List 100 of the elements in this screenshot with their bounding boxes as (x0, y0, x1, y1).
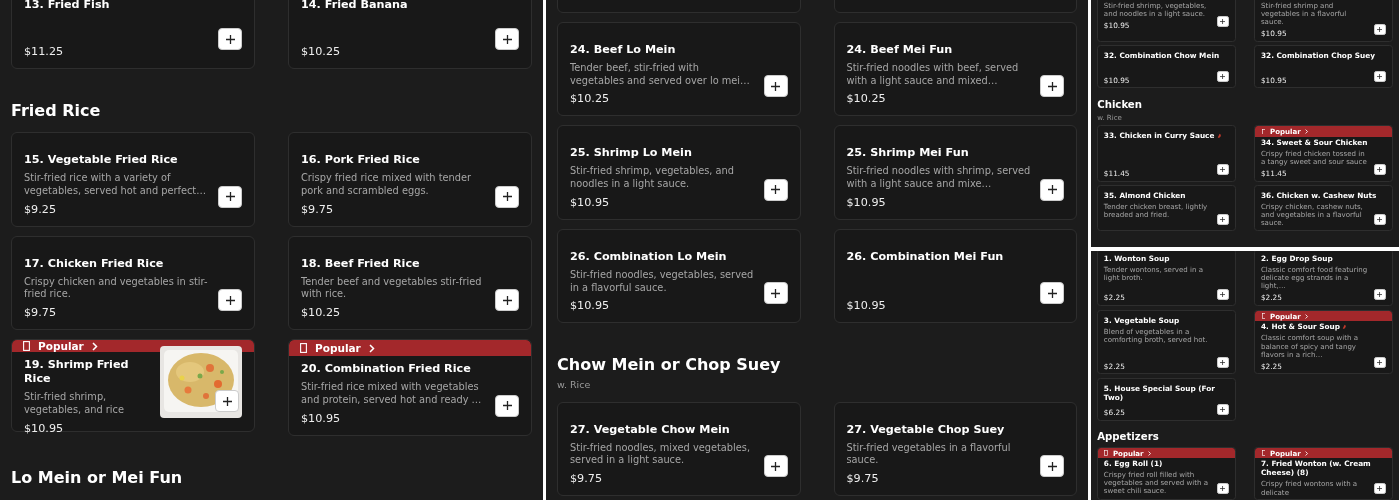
item-name: 24. Beef Mei Fun (846, 43, 953, 57)
menu-card[interactable]: 15. Vegetable Fried Rice Stir-fried rice with a variety of vegetables, served hot and perfect… $9.25 (11, 132, 255, 227)
section-heading: Appetizers (1097, 431, 1160, 444)
add-button[interactable] (1040, 455, 1064, 478)
item-description: Stir-fried noodles, mixed vegetables, served in a light sauce. (570, 441, 751, 468)
add-button[interactable] (763, 178, 788, 201)
menu-card[interactable]: 26. Combination Lo Mein Stir-fried noodles, vegetables, served in a flavorful sauce. $10.95 (557, 228, 801, 324)
item-description: Tender beef and vegetables stir-fried with rice. (301, 275, 483, 302)
section-subtitle: w. Rice (557, 378, 592, 390)
add-button[interactable] (1040, 75, 1064, 98)
add-button[interactable] (1216, 483, 1230, 495)
add-button[interactable] (1040, 178, 1064, 201)
menu-card[interactable]: Popular 20. Combination Fried Rice Stir-fried rice mixed with vegetables and protein, served hot and ready … $10.95 (288, 339, 532, 436)
missing-glyph-icon (23, 341, 30, 352)
add-button[interactable] (1373, 24, 1387, 36)
plus-icon (222, 396, 232, 406)
menu-card[interactable]: 27. Vegetable Chow Mein Stir-fried noodles, mixed vegetables, served in a light sauce. $9.75 (557, 401, 801, 497)
plus-icon (225, 192, 235, 202)
menu-card[interactable]: 26. Combination Mei Fun $10.95 (833, 228, 1077, 324)
add-button[interactable] (1373, 213, 1387, 226)
menu-card[interactable]: 18. Beef Fried Rice Tender beef and vegetables stir-fried with rice. $10.25 (288, 235, 532, 331)
item-description: Stir-fried noodles with beef, served with a light sauce and mixed… (846, 62, 1020, 88)
add-button[interactable] (1216, 403, 1230, 416)
chevron-icon (91, 341, 98, 351)
plus-icon (771, 288, 780, 298)
item-price: $10.95 (24, 420, 65, 435)
section-heading: Fried Rice (11, 101, 102, 121)
menu-card[interactable]: 25. Shrimp Mei Fun Stir-fried noodles with shrimp, served with a light sauce and mixe… $10.95 (833, 125, 1077, 220)
add-button[interactable] (763, 455, 788, 478)
plus-icon (502, 295, 512, 305)
add-button[interactable] (1216, 16, 1230, 28)
add-button[interactable] (495, 185, 519, 208)
plus-icon (502, 401, 512, 411)
menu-card[interactable]: 13. Fried Fish $11.25 (11, 0, 255, 69)
add-button[interactable] (763, 75, 788, 98)
item-description: Crispy fried rice mixed with tender pork and scrambled eggs. (301, 172, 473, 198)
add-button[interactable] (1373, 164, 1387, 176)
item-description: Stir-fried shrimp, vegetables, and noodles in a light sauce. (570, 165, 735, 191)
item-name: 18. Beef Fried Rice (301, 256, 420, 271)
item-price: $10.95 (570, 194, 611, 209)
add-button[interactable] (218, 185, 242, 208)
menu-card[interactable]: 24. Beef Lo Mein Tender beef, stir-fried with vegetables and served over lo mei… $10.25 (557, 22, 801, 117)
item-description: Stir-fried vegetables in a flavorful sauce. (846, 441, 1012, 468)
item-name: 25. Shrimp Lo Mein (570, 146, 692, 161)
add-button[interactable] (218, 289, 242, 312)
item-name: 25. Shrimp Mei Fun (846, 146, 969, 161)
plus-icon (771, 185, 780, 195)
item-name: 17. Chicken Fried Rice (24, 256, 164, 271)
item-description: Stir-fried rice mixed with vegetables and protein, served hot and ready … (301, 381, 483, 407)
add-button[interactable] (1373, 357, 1387, 369)
item-price: $9.75 (24, 305, 58, 320)
add-button[interactable] (495, 28, 519, 50)
missing-glyph-icon (300, 343, 307, 354)
item-price: $10.25 (301, 44, 342, 58)
item-description: Tender beef, stir-fried with vegetables and served over lo mei… (570, 62, 751, 88)
item-price: $10.95 (846, 194, 887, 209)
menu-card[interactable]: 14. Fried Banana $10.25 (288, 0, 532, 69)
add-button[interactable] (1216, 213, 1230, 226)
menu-card[interactable]: 16. Pork Fried Rice Crispy fried rice mixed with tender pork and scrambled eggs. $9.75 (288, 132, 532, 227)
add-button[interactable] (1216, 164, 1230, 176)
plus-icon (1047, 461, 1057, 471)
plus-icon (1047, 81, 1057, 91)
plus-icon (771, 461, 780, 471)
add-button[interactable] (1373, 483, 1387, 495)
badge-label: Popular (315, 342, 361, 355)
item-name: 19. Shrimp Fried Rice (24, 358, 130, 387)
add-button[interactable] (1216, 288, 1230, 301)
item-price: $10.95 (570, 298, 611, 313)
item-name: 15. Vegetable Fried Rice (24, 153, 178, 168)
item-description: Stir-fried shrimp, vegetables, and rice (24, 391, 125, 417)
add-button[interactable] (1373, 71, 1387, 83)
badge-label: Popular (38, 340, 84, 353)
add-button[interactable] (1040, 282, 1064, 305)
item-description: Stir-fried noodles with shrimp, served with a light sauce and mixe… (846, 165, 1032, 191)
menu-card[interactable]: 17. Chicken Fried Rice Crispy chicken and vegetables in stir-fried rice. $9.75 (11, 235, 255, 331)
add-button[interactable] (1216, 71, 1230, 83)
add-button[interactable] (495, 289, 519, 312)
item-price: $10.25 (301, 305, 342, 320)
item-name: 27. Vegetable Chow Mein (570, 422, 730, 437)
add-button[interactable] (1373, 288, 1387, 301)
item-name: 13. Fried Fish (24, 0, 110, 12)
plus-icon (225, 34, 235, 44)
item-price: $9.25 (24, 201, 58, 216)
add-button[interactable] (215, 390, 239, 413)
menu-card[interactable]: 25. Shrimp Lo Mein Stir-fried shrimp, vegetables, and noodles in a light sauce. $10.95 (557, 125, 801, 220)
plus-icon (1047, 288, 1057, 298)
popular-banner[interactable]: Popular (289, 340, 531, 357)
item-name: 24. Beef Lo Mein (570, 43, 676, 57)
plus-icon (502, 34, 512, 44)
add-button[interactable] (495, 394, 519, 417)
item-price: $10.25 (570, 91, 611, 106)
menu-card[interactable]: Popular 19. Shrimp Fried Rice Stir-fried shrimp, vegetables, and rice $10.95 (11, 339, 255, 433)
item-price: $11.25 (24, 44, 65, 58)
menu-card[interactable]: 27. Vegetable Chop Suey Stir-fried vegetables in a flavorful sauce. $9.75 (833, 401, 1077, 497)
menu-card[interactable]: 24. Beef Mei Fun Stir-fried noodles with beef, served with a light sauce and mixed… $10.25 (833, 22, 1077, 117)
add-button[interactable] (218, 28, 242, 50)
add-button[interactable] (1216, 357, 1230, 369)
item-price: $10.25 (846, 91, 887, 106)
add-button[interactable] (763, 282, 788, 305)
item-price: $10.95 (301, 410, 342, 425)
